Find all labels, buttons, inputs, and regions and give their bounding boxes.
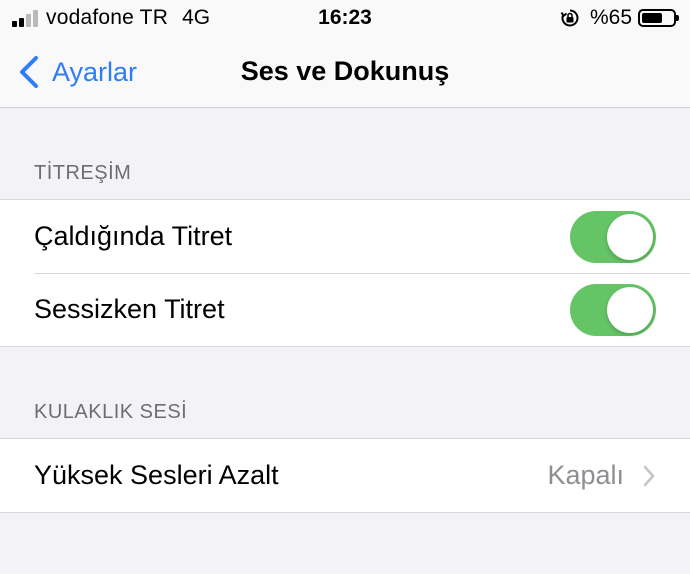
battery-fill bbox=[642, 13, 662, 23]
vibrate-on-ring-toggle[interactable] bbox=[570, 211, 656, 263]
toggle-knob bbox=[607, 287, 653, 333]
battery-icon bbox=[638, 9, 679, 27]
row-vibrate-on-silent: Sessizken Titret bbox=[0, 273, 690, 346]
vibrate-on-silent-toggle[interactable] bbox=[570, 284, 656, 336]
row-label: Sessizken Titret bbox=[34, 294, 225, 324]
row-label: Çaldığında Titret bbox=[34, 221, 233, 251]
vibration-group: Çaldığında Titret Sessizken Titret bbox=[0, 199, 690, 347]
navigation-bar: Ayarlar Ses ve Dokunuş bbox=[0, 36, 690, 108]
status-right: %65 bbox=[560, 6, 679, 30]
section-header-vibration: TİTREŞİM bbox=[34, 162, 132, 184]
toggle-knob bbox=[607, 214, 653, 260]
row-reduce-loud-sounds[interactable]: Yüksek Sesleri Azalt Kapalı bbox=[0, 439, 690, 512]
page-title: Ses ve Dokunuş bbox=[240, 56, 450, 86]
battery-percent: %65 bbox=[589, 6, 632, 29]
row-label: Yüksek Sesleri Azalt bbox=[34, 460, 279, 490]
headphone-group: Yüksek Sesleri Azalt Kapalı bbox=[0, 438, 690, 513]
rotation-lock-icon bbox=[560, 9, 579, 27]
chevron-right-icon bbox=[643, 465, 655, 487]
row-value: Kapalı bbox=[547, 460, 624, 490]
section-header-headphone: KULAKLIK SESİ bbox=[34, 401, 188, 423]
row-vibrate-on-ring: Çaldığında Titret bbox=[0, 200, 690, 273]
status-bar: vodafone TR 4G 16:23 %65 bbox=[0, 0, 690, 36]
